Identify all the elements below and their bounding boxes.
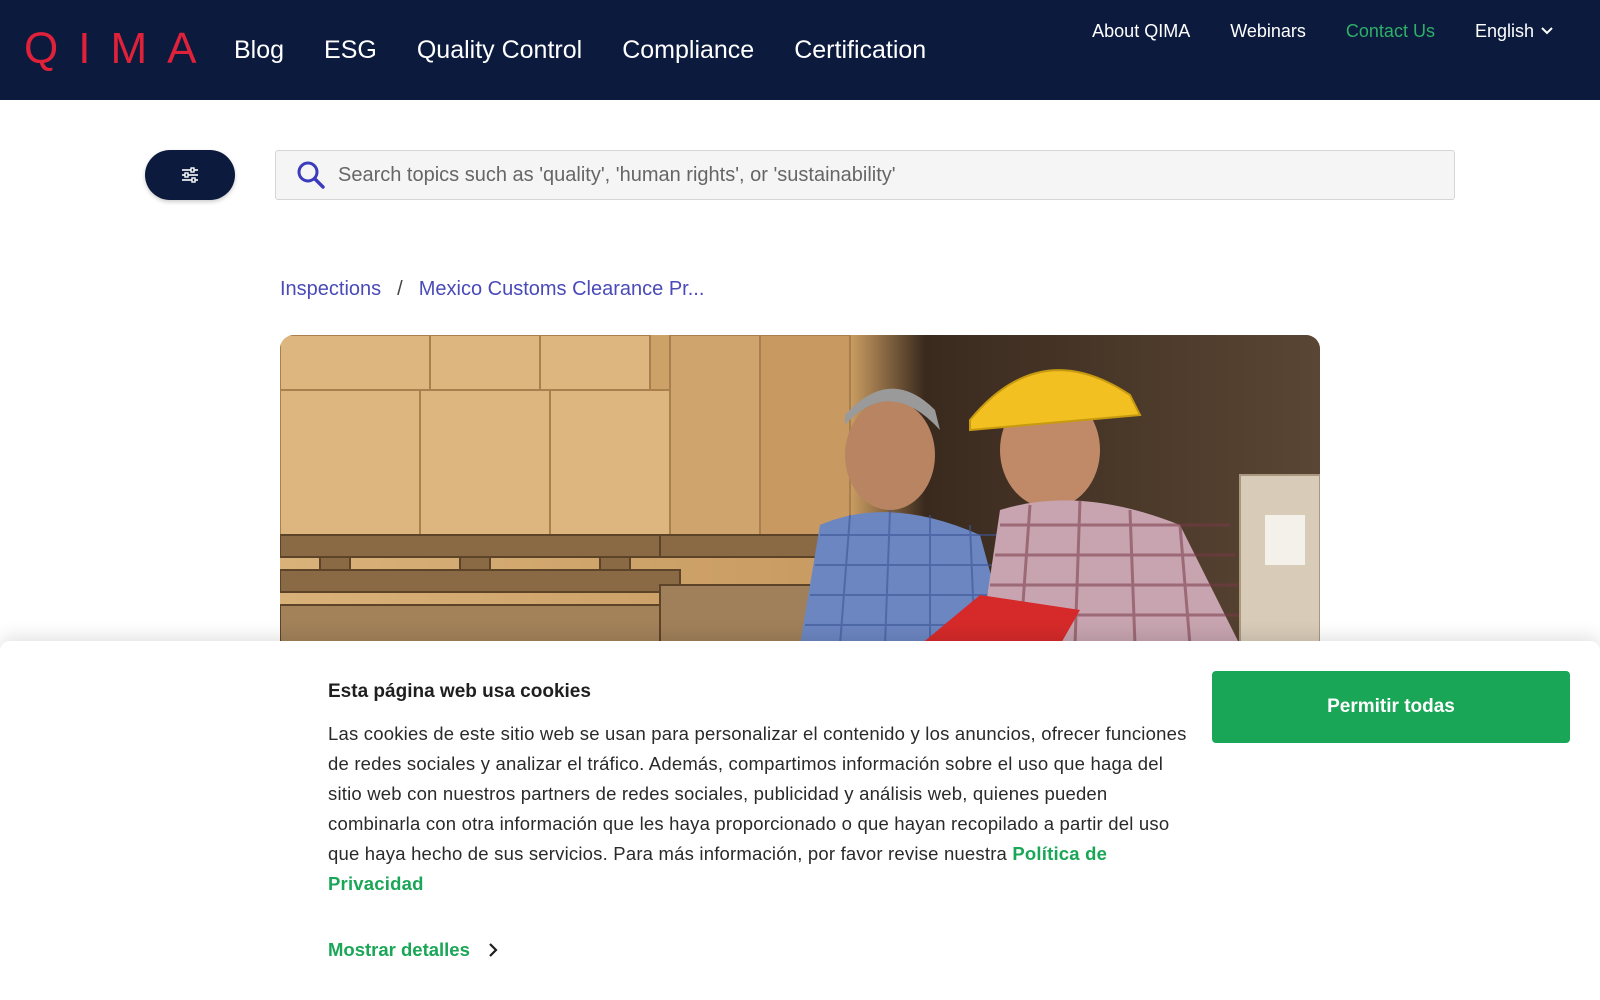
chevron-right-icon [489, 943, 498, 957]
sliders-icon [182, 167, 198, 183]
language-selector[interactable]: English [1475, 18, 1554, 44]
search-input[interactable] [338, 163, 1438, 187]
search-icon [297, 161, 325, 189]
nav-quality-control[interactable]: Quality Control [417, 30, 582, 70]
breadcrumb-separator: / [397, 278, 403, 300]
hero-image [280, 335, 1320, 645]
breadcrumb: Inspections / Mexico Customs Clearance P… [280, 278, 704, 301]
logo-text: QIMA [24, 24, 217, 73]
show-details-toggle[interactable]: Mostrar detalles [328, 939, 498, 961]
nav-blog[interactable]: Blog [234, 30, 284, 70]
language-label: English [1474, 21, 1534, 41]
cookie-description: Las cookies de este sitio web se usan pa… [328, 719, 1188, 899]
top-navigation-bar: QIMA Blog ESG Quality Control Compliance… [0, 0, 1600, 100]
cookie-title: Esta página web usa cookies [328, 681, 591, 702]
contact-link[interactable]: Contact Us [1346, 18, 1435, 44]
breadcrumb-current[interactable]: Mexico Customs Clearance Pr... [419, 278, 705, 301]
warehouse-inspection-photo [280, 335, 1320, 645]
nav-compliance[interactable]: Compliance [622, 30, 754, 70]
breadcrumb-inspections[interactable]: Inspections [280, 278, 381, 301]
about-link[interactable]: About QIMA [1092, 18, 1190, 44]
utility-nav: About QIMA Webinars Contact Us English [1052, 18, 1554, 44]
filter-button[interactable] [145, 150, 235, 200]
nav-esg[interactable]: ESG [324, 30, 377, 70]
chevron-down-icon [1541, 27, 1553, 35]
nav-certification[interactable]: Certification [794, 30, 926, 70]
allow-all-button[interactable]: Permitir todas [1212, 671, 1570, 743]
cookie-consent-banner: Esta página web usa cookies Las cookies … [0, 641, 1600, 1000]
qima-logo[interactable]: QIMA [24, 24, 217, 73]
main-nav: Blog ESG Quality Control Compliance Cert… [234, 30, 966, 70]
show-details-label: Mostrar detalles [328, 939, 470, 960]
search-bar [275, 150, 1455, 200]
webinars-link[interactable]: Webinars [1230, 18, 1306, 44]
